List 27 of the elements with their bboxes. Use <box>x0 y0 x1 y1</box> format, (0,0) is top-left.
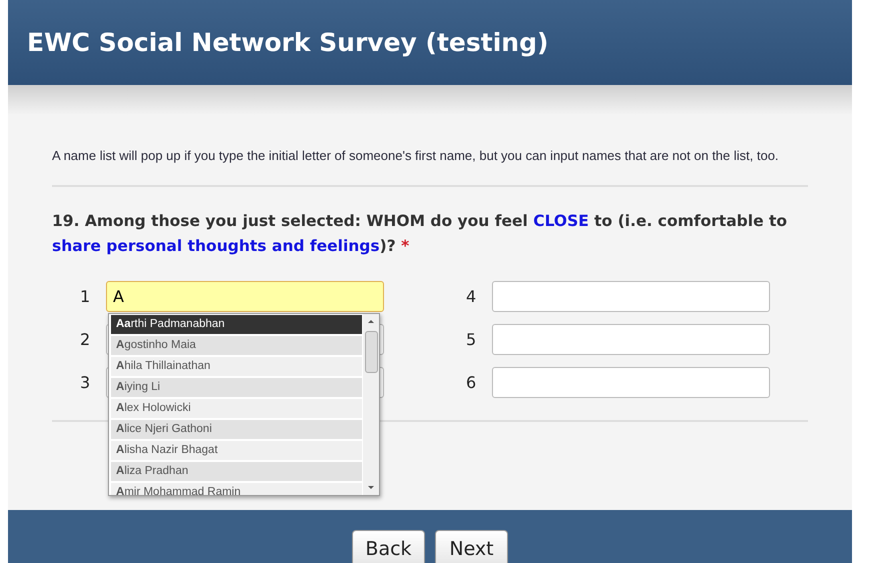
suggestion-item[interactable]: Agostinho Maia <box>111 336 362 355</box>
nav-button[interactable]: Next <box>435 530 508 563</box>
scrollbar[interactable] <box>363 314 379 495</box>
field-number: 2 <box>80 330 92 349</box>
name-input-field[interactable] <box>492 324 770 355</box>
suggestion-item[interactable]: Alice Njeri Gathoni <box>111 420 362 439</box>
name-input-field[interactable]: A <box>106 281 384 312</box>
scroll-down-icon[interactable] <box>367 485 375 490</box>
field-number: 6 <box>466 373 478 392</box>
question-text: 19. Among those you just selected: WHOM do you feel CLOSE to (i.e. comfortable to share personal thoughts and feelings)? * <box>52 211 788 257</box>
suggestion-item[interactable]: Aliza Pradhan <box>111 462 362 481</box>
field-number: 5 <box>466 330 478 349</box>
name-input-field[interactable] <box>492 281 770 312</box>
nav-button[interactable]: Back <box>352 530 425 563</box>
suggestion-item[interactable]: Amir Mohammad Ramin <box>111 483 362 495</box>
suggestion-item[interactable]: Alisha Nazir Bhagat <box>111 441 362 460</box>
scroll-thumb[interactable] <box>365 331 378 373</box>
name-input-field[interactable] <box>492 367 770 398</box>
field-number: 3 <box>80 373 92 392</box>
field-number: 1 <box>80 287 92 306</box>
suggestion-item[interactable]: Ahila Thillainathan <box>111 357 362 376</box>
survey-title: EWC Social Network Survey (testing) <box>27 28 548 57</box>
suggestion-item[interactable]: Aarthi Padmanabhan <box>111 315 362 334</box>
suggestion-item[interactable]: Alex Holowicki <box>111 399 362 418</box>
suggestion-item[interactable]: Aiying Li <box>111 378 362 397</box>
field-number: 4 <box>466 287 478 306</box>
intro-text: A name list will pop up if you type the initial letter of someone's first name, but you can input names that are not on the list, too. <box>52 147 780 165</box>
